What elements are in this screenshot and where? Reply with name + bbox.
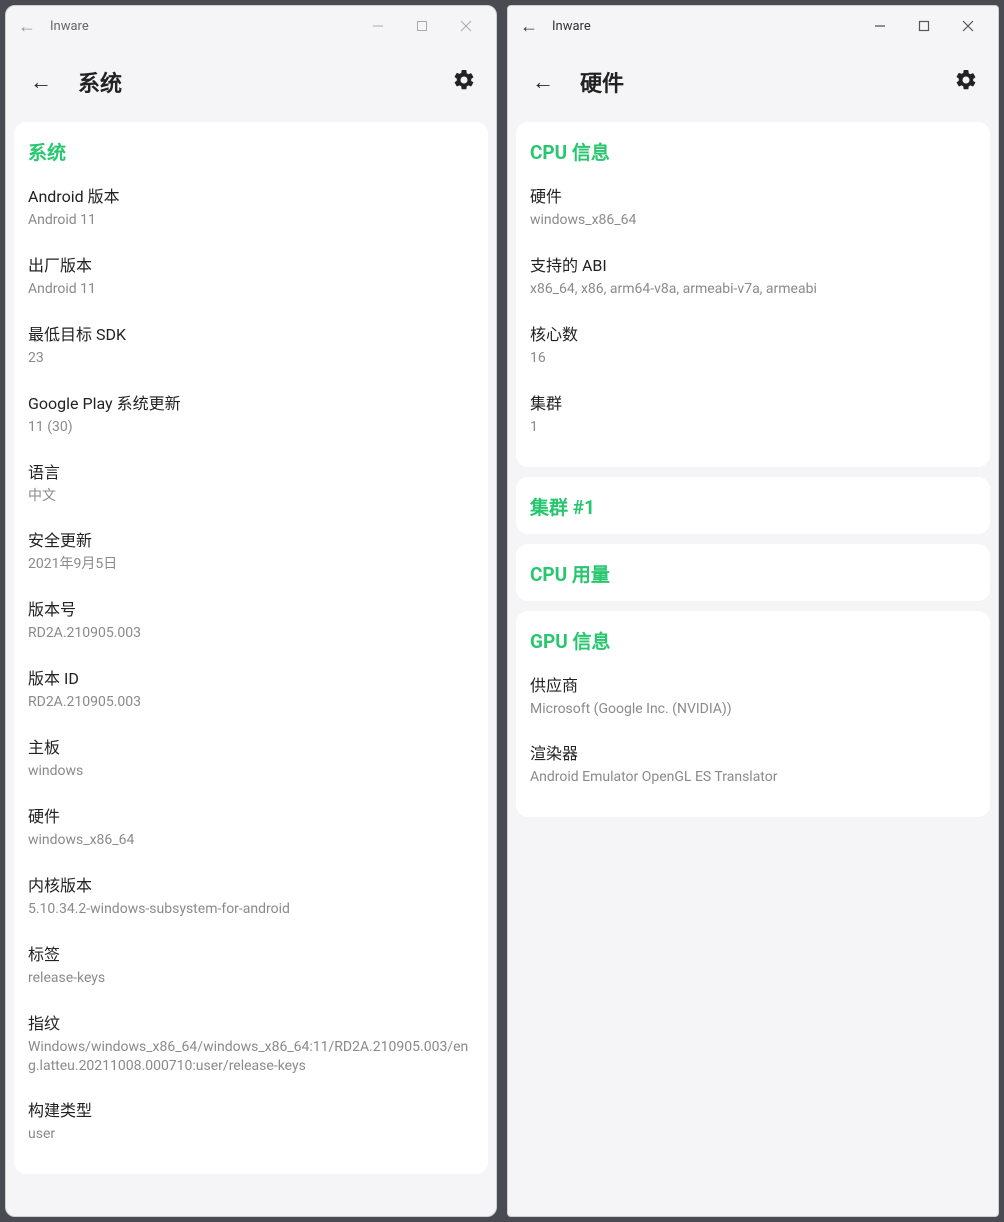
gear-icon[interactable] bbox=[950, 64, 982, 100]
info-item[interactable]: 支持的 ABI x86_64, x86, arm64-v8a, armeabi-v… bbox=[530, 252, 976, 299]
item-value: windows bbox=[28, 762, 474, 781]
info-item[interactable]: Android 版本 Android 11 bbox=[28, 183, 474, 230]
app-title: Inware bbox=[552, 19, 591, 34]
info-card: CPU 用量 bbox=[516, 544, 990, 601]
item-label: Android 版本 bbox=[28, 183, 474, 207]
info-card: 集群 #1 bbox=[516, 477, 990, 534]
item-value: Windows/windows_x86_64/windows_x86_64:11… bbox=[28, 1038, 474, 1076]
item-value: Android 11 bbox=[28, 211, 474, 230]
info-item[interactable]: 供应商 Microsoft (Google Inc. (NVIDIA)) bbox=[530, 672, 976, 719]
page-header: ← 系统 bbox=[6, 46, 496, 122]
app-title: Inware bbox=[50, 19, 89, 34]
item-value: Android 11 bbox=[28, 280, 474, 299]
item-value: 2021年9月5日 bbox=[28, 555, 474, 574]
item-label: 主板 bbox=[28, 734, 474, 758]
info-item[interactable]: 版本 ID RD2A.210905.003 bbox=[28, 665, 474, 712]
info-item[interactable]: 核心数 16 bbox=[530, 321, 976, 368]
item-label: 指纹 bbox=[28, 1010, 474, 1034]
info-item[interactable]: 标签 release-keys bbox=[28, 941, 474, 988]
back-arrow-icon[interactable]: ← bbox=[524, 65, 562, 99]
info-item[interactable]: 版本号 RD2A.210905.003 bbox=[28, 596, 474, 643]
minimize-button[interactable] bbox=[858, 10, 902, 42]
item-value: RD2A.210905.003 bbox=[28, 693, 474, 712]
info-item[interactable]: 渲染器 Android Emulator OpenGL ES Translator bbox=[530, 740, 976, 787]
info-item[interactable]: 语言中文 bbox=[28, 459, 474, 506]
info-item[interactable]: Google Play 系统更新 11 (30) bbox=[28, 390, 474, 437]
item-value: user bbox=[28, 1125, 474, 1144]
close-button[interactable] bbox=[444, 10, 488, 42]
item-label: 版本 ID bbox=[28, 665, 474, 689]
info-item[interactable]: 主板 windows bbox=[28, 734, 474, 781]
info-card: CPU 信息硬件 windows_x86_64 支持的 ABI x86_64, x86… bbox=[516, 122, 990, 467]
page-title: 硬件 bbox=[580, 66, 624, 98]
info-item[interactable]: 内核版本 5.10.34.2-windows-subsystem-for-andr… bbox=[28, 872, 474, 919]
info-item[interactable]: 最低目标 SDK 23 bbox=[28, 321, 474, 368]
item-label: 供应商 bbox=[530, 672, 976, 696]
item-label: 支持的 ABI bbox=[530, 252, 976, 276]
item-value: 16 bbox=[530, 349, 976, 368]
close-button[interactable] bbox=[946, 10, 990, 42]
content-area: 系统 Android 版本 Android 11 出厂版本 Android 11 最低目标… bbox=[6, 122, 496, 1216]
window-hardware: ← Inware ← 硬件 CPU 信息硬件windows_x86_64支持的 … bbox=[507, 5, 999, 1217]
item-value: 5.10.34.2-windows-subsystem-for-android bbox=[28, 900, 474, 919]
info-item[interactable]: 硬件 windows_x86_64 bbox=[28, 803, 474, 850]
card-header: CPU 信息 bbox=[530, 138, 976, 165]
card-header: 集群 #1 bbox=[530, 493, 976, 520]
item-label: Google Play 系统更新 bbox=[28, 390, 474, 414]
back-arrow-icon[interactable]: ← bbox=[22, 65, 60, 99]
titlebar-back-icon[interactable]: ← bbox=[516, 14, 542, 39]
item-value: Microsoft (Google Inc. (NVIDIA)) bbox=[530, 700, 976, 719]
item-value: Android Emulator OpenGL ES Translator bbox=[530, 768, 976, 787]
page-title: 系统 bbox=[78, 66, 122, 98]
item-value: windows_x86_64 bbox=[530, 211, 976, 230]
info-item[interactable]: 安全更新 2021年9月5日 bbox=[28, 527, 474, 574]
info-item[interactable]: 硬件 windows_x86_64 bbox=[530, 183, 976, 230]
page-header: ← 硬件 bbox=[508, 46, 998, 122]
card-header: 系统 bbox=[28, 138, 474, 165]
info-item[interactable]: 指纹 Windows/windows_x86_64/windows_x86_64:… bbox=[28, 1010, 474, 1076]
titlebar: ← Inware bbox=[6, 6, 496, 46]
item-label: 硬件 bbox=[28, 803, 474, 827]
item-label: 最低目标 SDK bbox=[28, 321, 474, 345]
card-header: CPU 用量 bbox=[530, 560, 976, 587]
item-value: 23 bbox=[28, 349, 474, 368]
info-item[interactable]: 构建类型 user bbox=[28, 1097, 474, 1144]
item-value: release-keys bbox=[28, 969, 474, 988]
window-system: ← Inware ← 系统 系统Android 版本Android 11出厂版本… bbox=[5, 5, 497, 1217]
info-item[interactable]: 集群 1 bbox=[530, 390, 976, 437]
item-label: 安全更新 bbox=[28, 527, 474, 551]
maximize-button[interactable] bbox=[400, 10, 444, 42]
item-value: RD2A.210905.003 bbox=[28, 624, 474, 643]
item-label: 语言 bbox=[28, 459, 474, 483]
info-card: GPU 信息供应商 Microsoft (Google Inc. (NVIDIA)… bbox=[516, 611, 990, 818]
item-label: 集群 bbox=[530, 390, 976, 414]
item-value: 1 bbox=[530, 418, 976, 437]
item-value: x86_64, x86, arm64-v8a, armeabi-v7a, arm… bbox=[530, 280, 976, 299]
item-value: 11 (30) bbox=[28, 418, 474, 437]
item-label: 渲染器 bbox=[530, 740, 976, 764]
item-label: 硬件 bbox=[530, 183, 976, 207]
item-value: windows_x86_64 bbox=[28, 831, 474, 850]
item-label: 核心数 bbox=[530, 321, 976, 345]
info-item[interactable]: 出厂版本 Android 11 bbox=[28, 252, 474, 299]
maximize-button[interactable] bbox=[902, 10, 946, 42]
minimize-button[interactable] bbox=[356, 10, 400, 42]
item-value: 中文 bbox=[28, 487, 474, 506]
gear-icon[interactable] bbox=[448, 64, 480, 100]
titlebar: ← Inware bbox=[508, 6, 998, 46]
info-card: 系统 Android 版本 Android 11 出厂版本 Android 11 最低目标… bbox=[14, 122, 488, 1174]
item-label: 版本号 bbox=[28, 596, 474, 620]
titlebar-back-icon[interactable]: ← bbox=[14, 14, 40, 39]
item-label: 出厂版本 bbox=[28, 252, 474, 276]
card-header: GPU 信息 bbox=[530, 627, 976, 654]
item-label: 构建类型 bbox=[28, 1097, 474, 1121]
content-area: CPU 信息硬件 windows_x86_64 支持的 ABI x86_64, x86… bbox=[508, 122, 998, 1216]
item-label: 内核版本 bbox=[28, 872, 474, 896]
item-label: 标签 bbox=[28, 941, 474, 965]
